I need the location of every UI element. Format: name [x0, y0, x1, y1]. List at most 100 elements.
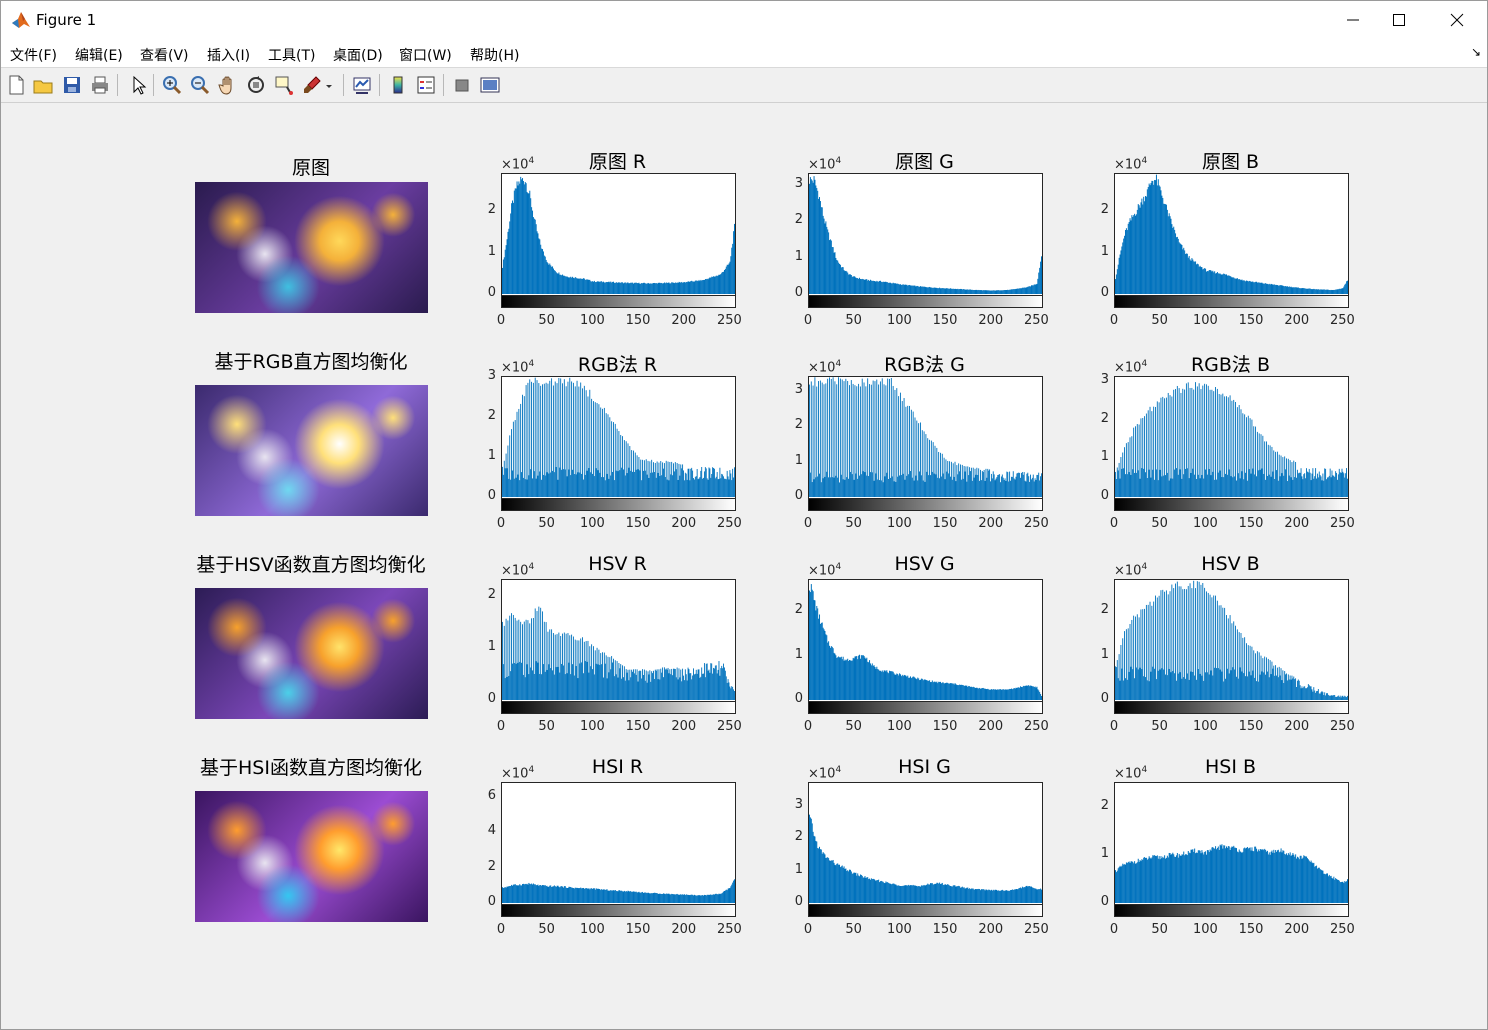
bar-hsi-r-250 — [729, 888, 731, 903]
bar-hsv-g-189 — [980, 688, 982, 700]
bar-hsv-r-200 — [683, 680, 685, 700]
bar-hsi-g-52 — [856, 875, 858, 903]
bar-original-b-98 — [1204, 268, 1206, 294]
bar-hsv-r-166 — [653, 670, 654, 700]
bar-hsi-g-203 — [993, 890, 995, 903]
menu-file[interactable]: 文件(F) — [10, 45, 57, 65]
bar-hsv-g-106 — [905, 675, 907, 700]
bar-rgb-r-162 — [649, 461, 651, 497]
menu-insert[interactable]: 插入(I) — [207, 45, 250, 65]
data-cursor-icon[interactable] — [273, 74, 295, 96]
bar-hsi-g-183 — [975, 889, 977, 903]
bar-rgb-b-129 — [1232, 477, 1234, 497]
bar-hsv-b-118 — [1222, 607, 1224, 700]
bar-original-g-140 — [936, 287, 938, 294]
menu-window[interactable]: 窗口(W) — [399, 45, 452, 65]
bar-original-b-61 — [1170, 218, 1172, 294]
bar-rgb-g-190 — [981, 470, 983, 497]
bar-hsi-r-214 — [696, 895, 698, 903]
bar-hsi-b-119 — [1223, 845, 1225, 903]
show-plot-tools-icon[interactable] — [479, 74, 501, 96]
bar-hsv-g-14 — [821, 622, 823, 700]
bar-hsv-b-173 — [1272, 668, 1274, 700]
legend-icon[interactable] — [415, 74, 437, 96]
bar-hsv-g-100 — [899, 674, 901, 700]
menu-help[interactable]: 帮助(H) — [470, 45, 519, 65]
bar-original-r-63 — [559, 274, 561, 294]
bar-rgb-b-137 — [1239, 478, 1241, 497]
bar-hsi-b-197 — [1294, 856, 1296, 903]
pan-icon[interactable] — [217, 74, 239, 96]
bar-rgb-b-227 — [1321, 480, 1323, 497]
link-plot-icon[interactable] — [351, 74, 373, 96]
dock-arrow-icon[interactable]: ↘ — [1471, 45, 1481, 59]
pointer-icon[interactable] — [127, 74, 149, 96]
bar-hsv-b-231 — [1325, 695, 1327, 700]
bar-hsi-g-24 — [830, 860, 832, 903]
bar-hsv-r-164 — [651, 671, 653, 700]
bar-original-r-153 — [641, 283, 643, 294]
brush-icon[interactable] — [301, 74, 323, 96]
bar-original-r-134 — [623, 282, 625, 294]
bar-hsi-g-51 — [855, 872, 857, 903]
bar-rgb-g-219 — [1008, 481, 1010, 497]
bar-rgb-b-138 — [1240, 409, 1242, 497]
bar-hsi-g-168 — [961, 886, 963, 903]
bar-hsi-r-76 — [571, 887, 573, 903]
bar-hsi-b-188 — [1286, 853, 1288, 903]
bar-rgb-b-210 — [1306, 468, 1307, 497]
bar-hsv-b-199 — [1296, 686, 1297, 700]
zoom-in-icon[interactable] — [161, 74, 183, 96]
bar-rgb-g-48 — [852, 383, 854, 497]
bar-original-g-143 — [939, 287, 941, 294]
bar-hsi-g-41 — [846, 871, 848, 903]
rotate-3d-icon[interactable] — [245, 74, 267, 96]
bar-original-r-62 — [558, 272, 560, 294]
colorbar-icon[interactable] — [387, 74, 409, 96]
bar-hsv-b-88 — [1195, 588, 1196, 700]
bar-hsi-g-74 — [876, 880, 878, 903]
bar-original-r-46 — [543, 255, 545, 294]
bar-hsv-b-175 — [1274, 675, 1276, 700]
menu-view[interactable]: 查看(V) — [140, 45, 189, 65]
bar-hsi-b-199 — [1296, 858, 1298, 903]
bar-hsi-g-164 — [958, 885, 960, 903]
bar-rgb-r-65 — [561, 469, 563, 497]
bar-original-b-183 — [1281, 285, 1283, 294]
bar-hsv-g-216 — [1005, 689, 1007, 700]
bar-hsi-g-140 — [936, 882, 938, 903]
bar-hsv-g-176 — [969, 686, 971, 700]
menu-edit[interactable]: 编辑(E) — [75, 45, 123, 65]
menu-desktop[interactable]: 桌面(D) — [333, 45, 383, 65]
zoom-out-icon[interactable] — [189, 74, 211, 96]
menu-tools[interactable]: 工具(T) — [268, 45, 315, 65]
hide-plot-tools-icon[interactable] — [451, 74, 473, 96]
new-figure-icon[interactable] — [5, 74, 27, 96]
bar-rgb-r-179 — [664, 477, 666, 497]
close-button[interactable] — [1434, 1, 1480, 39]
brush-dropdown-icon[interactable] — [324, 74, 336, 96]
bar-hsv-g-50 — [854, 656, 856, 700]
bar-original-g-121 — [919, 286, 921, 294]
bar-original-g-247 — [1033, 284, 1035, 294]
print-icon[interactable] — [89, 74, 111, 96]
save-icon[interactable] — [61, 74, 83, 96]
bar-hsi-r-114 — [605, 889, 607, 903]
bar-original-g-102 — [901, 284, 903, 294]
bar-hsv-b-81 — [1188, 679, 1190, 700]
bar-hsv-r-67 — [562, 665, 564, 700]
minimize-button[interactable] — [1330, 1, 1376, 39]
bar-hsv-g-125 — [922, 680, 924, 700]
bar-original-r-95 — [588, 279, 590, 294]
bar-hsv-b-220 — [1315, 692, 1317, 700]
maximize-button[interactable] — [1376, 1, 1422, 39]
x-tick-label: 50 — [1151, 922, 1168, 937]
bar-hsi-b-4 — [1118, 867, 1120, 903]
y-exponent-hsv-b: ×104 — [1114, 562, 1147, 578]
open-file-icon[interactable] — [32, 74, 54, 96]
bar-rgb-r-173 — [659, 475, 661, 497]
bar-hsv-g-206 — [996, 689, 998, 700]
bar-rgb-b-19 — [1132, 469, 1134, 497]
bar-rgb-r-86 — [580, 382, 582, 497]
bar-hsv-b-12 — [1125, 629, 1127, 700]
